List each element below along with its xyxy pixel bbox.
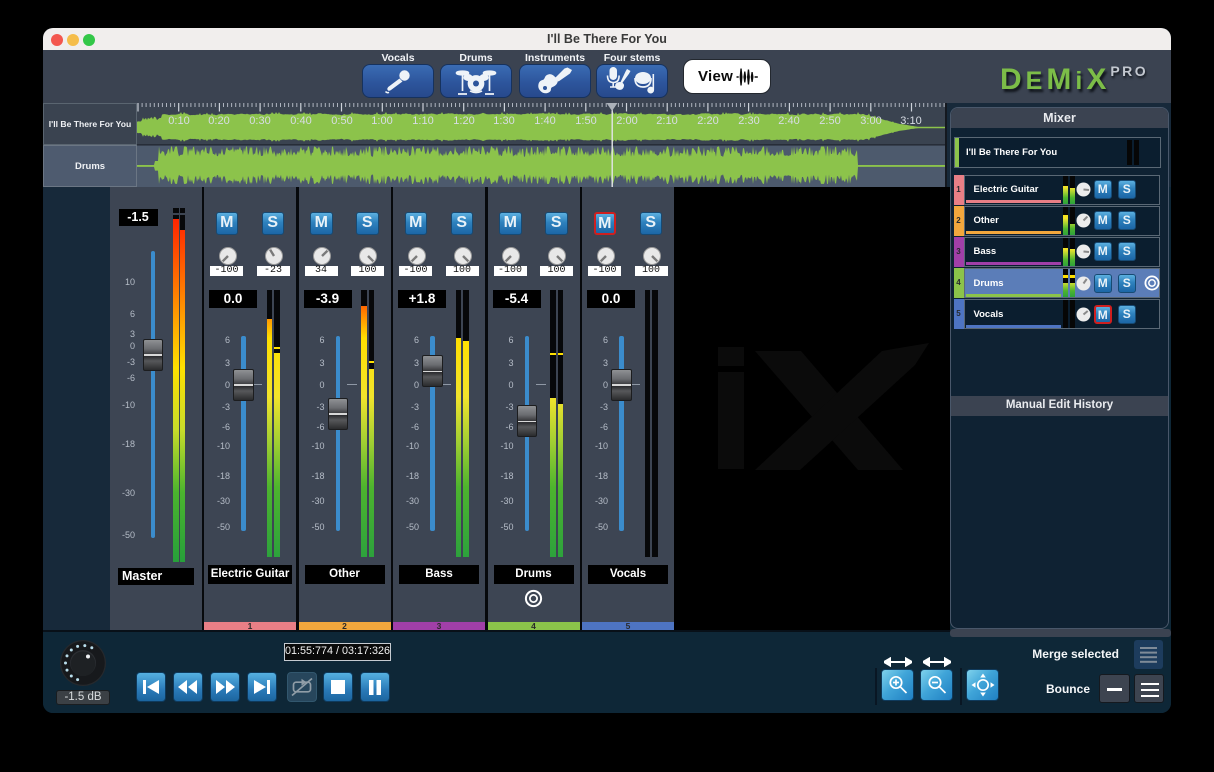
svg-text:2:10: 2:10 [656, 115, 677, 127]
svg-text:1:10: 1:10 [412, 115, 433, 127]
svg-text:2:00: 2:00 [616, 115, 637, 127]
svg-text:1:50: 1:50 [575, 115, 596, 127]
svg-text:0:40: 0:40 [290, 115, 311, 127]
svg-text:2:30: 2:30 [738, 115, 759, 127]
svg-text:2:20: 2:20 [697, 115, 718, 127]
svg-text:2:40: 2:40 [778, 115, 799, 127]
svg-text:3:10: 3:10 [900, 115, 921, 127]
svg-text:1:20: 1:20 [453, 115, 474, 127]
svg-text:0:30: 0:30 [249, 115, 270, 127]
svg-text:0:50: 0:50 [331, 115, 352, 127]
svg-text:1:30: 1:30 [493, 115, 514, 127]
svg-text:1:00: 1:00 [371, 115, 392, 127]
svg-text:0:20: 0:20 [208, 115, 229, 127]
svg-text:1:40: 1:40 [534, 115, 555, 127]
svg-text:0:10: 0:10 [168, 115, 189, 127]
svg-text:2:50: 2:50 [819, 115, 840, 127]
svg-text:3:00: 3:00 [860, 115, 881, 127]
